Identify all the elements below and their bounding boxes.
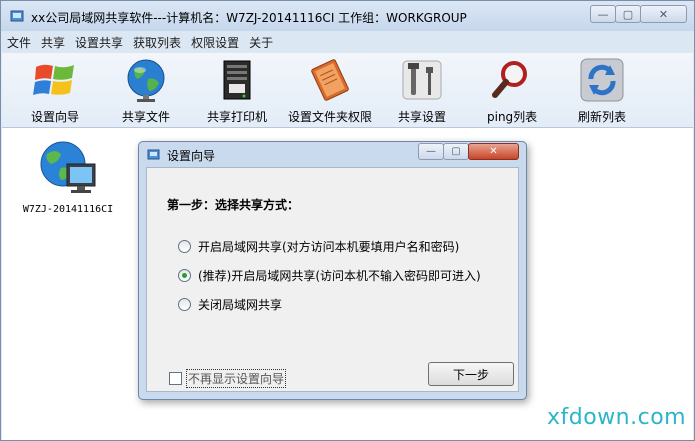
step-heading: 第一步：选择共享方式： [167,198,300,212]
dialog-close-button[interactable]: ✕ [468,143,519,160]
maximize-button[interactable]: ▢ [615,5,641,23]
next-button[interactable]: 下一步 [428,362,514,386]
app-icon [10,10,24,22]
minimize-button[interactable]: — [590,5,616,23]
option-disable-share[interactable]: 关闭局域网共享 [178,296,282,313]
ping-list-button[interactable]: ping列表 [487,55,537,125]
menu-permissions[interactable]: 权限设置 [191,34,239,51]
globe-icon [121,55,171,105]
toolbar-label: 设置文件夹权限 [288,110,373,124]
setup-wizard-dialog: 设置向导 — ▢ ✕ 第一步：选择共享方式： 开启局域网共享(对方访问本机要填用… [138,141,527,400]
dialog-maximize-button[interactable]: ▢ [443,143,469,160]
network-computer-icon [40,141,96,193]
app-icon [147,149,160,160]
dialog-title-bar[interactable]: 设置向导 — ▢ ✕ [139,142,526,167]
share-file-button[interactable]: 共享文件 [121,55,171,125]
tools-icon [397,55,447,105]
menu-bar: 文件 共享 设置共享 获取列表 权限设置 关于 [2,31,693,53]
radio-button[interactable] [178,240,191,253]
printer-server-icon [212,55,262,105]
toolbar-label: 共享打印机 [207,110,268,124]
option-share-with-password[interactable]: 开启局域网共享(对方访问本机要填用户名和密码) [178,238,459,255]
watermark: xfdown.com [547,405,687,430]
magnifier-icon [487,55,537,105]
menu-get-list[interactable]: 获取列表 [133,34,181,51]
refresh-list-button[interactable]: 刷新列表 [577,55,627,125]
option-label: (推荐)开启局域网共享(访问本机不输入密码即可进入) [198,269,481,283]
option-share-no-password[interactable]: (推荐)开启局域网共享(访问本机不输入密码即可进入) [178,267,481,284]
toolbar-label: 共享文件 [121,110,170,124]
folder-permission-button[interactable]: 设置文件夹权限 [288,55,372,125]
checkbox-label: 不再显示设置向导 [186,369,287,388]
dont-show-again-checkbox[interactable]: 不再显示设置向导 [169,369,287,388]
dialog-minimize-button[interactable]: — [418,143,444,160]
main-window: xx公司局域网共享软件---计算机名：W7ZJ-20141116CI 工作组：W… [0,0,695,441]
notebook-icon [305,55,355,105]
menu-share[interactable]: 共享 [41,34,65,51]
dialog-body: 第一步：选择共享方式： 开启局域网共享(对方访问本机要填用户名和密码) (推荐)… [146,167,519,392]
toolbar-label: 设置向导 [30,110,79,124]
refresh-icon [577,55,627,105]
toolbar-label: 刷新列表 [577,110,626,124]
dialog-title: 设置向导 [167,149,216,163]
computer-item[interactable]: W7ZJ-20141116CI [20,138,116,215]
share-printer-button[interactable]: 共享打印机 [207,55,267,125]
close-button[interactable]: ✕ [640,5,687,23]
menu-about[interactable]: 关于 [249,34,273,51]
setup-wizard-button[interactable]: 设置向导 [30,55,80,125]
toolbar-label: 共享设置 [397,110,446,124]
menu-share-settings[interactable]: 设置共享 [75,34,123,51]
toolbar-label: ping列表 [487,110,538,124]
windows-logo-icon [30,55,80,105]
computer-name: W7ZJ-20141116CI [22,204,114,215]
menu-file[interactable]: 文件 [7,34,31,51]
title-bar[interactable]: xx公司局域网共享软件---计算机名：W7ZJ-20141116CI 工作组：W… [1,1,694,31]
radio-button[interactable] [178,298,191,311]
option-label: 关闭局域网共享 [198,298,283,312]
window-title: xx公司局域网共享软件---计算机名：W7ZJ-20141116CI 工作组：W… [31,11,467,25]
toolbar: 设置向导 共享文件 共享打印机 设置文件夹权限 共享设置 ping列表 刷新列表 [2,53,693,128]
radio-button-selected[interactable] [178,269,191,282]
share-settings-button[interactable]: 共享设置 [397,55,447,125]
option-label: 开启局域网共享(对方访问本机要填用户名和密码) [198,240,460,254]
checkbox[interactable] [169,372,182,385]
